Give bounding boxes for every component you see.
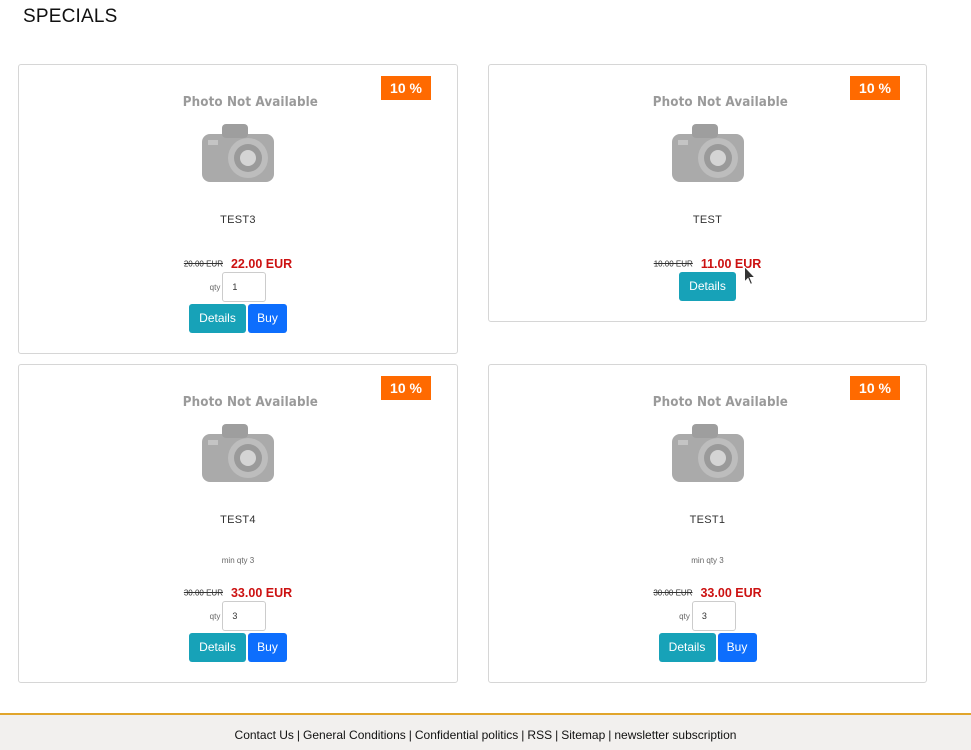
footer-separator: | (521, 728, 525, 742)
details-button[interactable]: Details (658, 633, 716, 662)
footer-link-sitemap[interactable]: Sitemap (561, 728, 605, 742)
product-name[interactable]: TEST4 (19, 514, 457, 526)
button-row: Details Buy (19, 633, 457, 662)
qty-input[interactable] (691, 601, 736, 631)
discount-badge: 10 % (381, 76, 431, 100)
product-image[interactable]: Photo Not Available (178, 95, 318, 195)
new-price: 33.00 EUR (230, 585, 293, 600)
discount-badge: 10 % (381, 376, 431, 400)
qty-row: qty (19, 272, 457, 302)
camera-icon (202, 424, 274, 482)
product-image[interactable]: Photo Not Available (648, 95, 788, 195)
details-button[interactable]: Details (189, 633, 246, 662)
button-row: Details Buy (489, 633, 926, 662)
buy-button[interactable]: Buy (717, 633, 757, 662)
footer: Contact Us | General Conditions | Confidenti… (0, 713, 971, 750)
page-title: SPECIALS (23, 6, 118, 27)
qty-row: qty (489, 601, 926, 631)
footer-link-contact-us[interactable]: Contact Us (235, 728, 294, 742)
camera-icon (671, 124, 744, 182)
footer-separator: | (408, 728, 412, 742)
qty-label: qty (679, 611, 690, 621)
min-qty-note: min qty 3 (691, 556, 724, 565)
old-price: 30.00 EUR (183, 588, 223, 598)
product-name[interactable]: TEST (489, 214, 926, 226)
qty-row: qty (19, 601, 457, 631)
photo-not-available-text: Photo Not Available (652, 395, 788, 410)
old-price: 10.00 EUR (653, 259, 693, 269)
product-card-test: 10 % Photo Not Available TEST 10.00 EUR 1… (488, 64, 927, 322)
details-button[interactable]: Details (189, 304, 246, 333)
product-image[interactable]: Photo Not Available (178, 395, 318, 495)
price-row: 20.00 EUR 22.00 EUR (19, 255, 457, 273)
footer-link-general-conditions[interactable]: General Conditions (303, 728, 406, 742)
price-row: 30.00 EUR 33.00 EUR (489, 584, 926, 602)
price-row: 30.00 EUR 33.00 EUR (19, 584, 457, 602)
qty-label: qty (209, 611, 221, 621)
old-price: 20.00 EUR (183, 259, 223, 269)
camera-icon (671, 424, 744, 482)
footer-separator: | (296, 728, 301, 742)
new-price: 22.00 EUR (230, 256, 293, 271)
camera-icon (202, 124, 274, 182)
qty-input[interactable] (222, 272, 267, 302)
qty-input[interactable] (222, 601, 267, 631)
footer-link-rss[interactable]: RSS (527, 728, 552, 742)
footer-link-confidential-politics[interactable]: Confidential politics (415, 728, 518, 742)
product-card-test1: 10 % Photo Not Available TEST1 min qty 3… (488, 364, 927, 683)
details-button[interactable]: Details (679, 272, 736, 301)
footer-link-newsletter-subscription[interactable]: newsletter subscription (614, 728, 736, 742)
photo-not-available-text: Photo Not Available (182, 95, 318, 110)
product-card-test3: 10 % Photo Not Available TEST3 20.00 EUR… (18, 64, 458, 354)
new-price: 33.00 EUR (700, 585, 762, 600)
min-qty-note: min qty 3 (221, 556, 255, 565)
discount-badge: 10 % (850, 76, 900, 100)
button-row: Details (489, 272, 926, 301)
product-name[interactable]: TEST3 (19, 214, 457, 226)
product-name[interactable]: TEST1 (489, 514, 926, 526)
discount-badge: 10 % (850, 376, 900, 400)
price-row: 10.00 EUR 11.00 EUR (489, 255, 926, 273)
product-image[interactable]: Photo Not Available (648, 395, 788, 495)
button-row: Details Buy (19, 304, 457, 333)
photo-not-available-text: Photo Not Available (652, 95, 788, 110)
product-card-test4: 10 % Photo Not Available TEST4 min qty 3… (18, 364, 458, 683)
buy-button[interactable]: Buy (248, 633, 287, 662)
photo-not-available-text: Photo Not Available (182, 395, 318, 410)
mouse-cursor-icon (744, 266, 756, 286)
old-price: 30.00 EUR (653, 588, 693, 598)
footer-separator: | (555, 728, 559, 742)
qty-label: qty (209, 282, 221, 292)
buy-button[interactable]: Buy (248, 304, 287, 333)
footer-separator: | (608, 728, 612, 742)
